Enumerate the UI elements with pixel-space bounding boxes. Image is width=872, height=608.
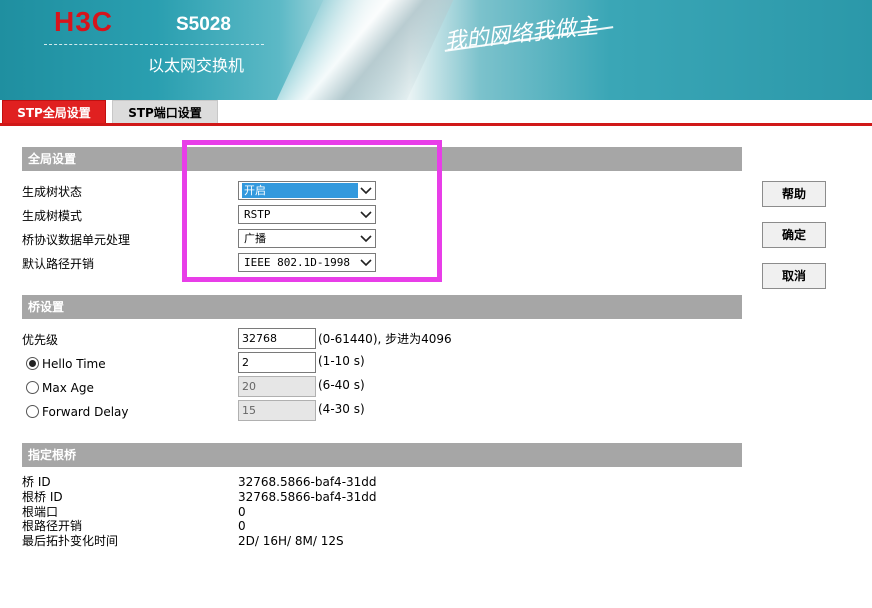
stp-mode-value: RSTP bbox=[244, 208, 271, 221]
default-path-cost-label: 默认路径开销 bbox=[22, 257, 95, 271]
hello-time-input[interactable]: 2 bbox=[238, 352, 316, 373]
max-age-input: 20 bbox=[238, 376, 316, 397]
root-path-cost-label: 根路径开销 bbox=[22, 519, 83, 533]
forward-delay-radio[interactable] bbox=[26, 405, 39, 418]
forward-delay-label: Forward Delay bbox=[42, 405, 129, 419]
device-type: 以太网交换机 bbox=[148, 56, 245, 75]
hello-time-radio[interactable] bbox=[26, 357, 39, 370]
bridge-id-label: 桥 ID bbox=[22, 475, 51, 489]
banner-decoration bbox=[267, 0, 463, 100]
last-topology-change-label: 最后拓扑变化时间 bbox=[22, 534, 119, 548]
bpdu-handling-label: 桥协议数据单元处理 bbox=[22, 233, 131, 247]
chevron-down-icon bbox=[357, 230, 375, 247]
section-global-settings: 全局设置 bbox=[22, 147, 742, 171]
root-path-cost-value: 0 bbox=[238, 519, 246, 533]
section-root-bridge: 指定根桥 bbox=[22, 443, 742, 467]
chevron-down-icon bbox=[357, 254, 375, 271]
tab-stp-global[interactable]: STP全局设置 bbox=[2, 100, 106, 124]
priority-input[interactable]: 32768 bbox=[238, 328, 316, 349]
max-age-label: Max Age bbox=[42, 381, 94, 395]
bpdu-handling-select[interactable]: 广播 bbox=[238, 229, 376, 248]
device-model: S5028 bbox=[176, 14, 231, 35]
forward-delay-input: 15 bbox=[238, 400, 316, 421]
hello-time-hint: (1-10 s) bbox=[318, 354, 365, 368]
bpdu-handling-value: 广播 bbox=[244, 232, 266, 245]
priority-hint: (0-61440), 步进为4096 bbox=[318, 332, 452, 346]
confirm-button[interactable]: 确定 bbox=[762, 222, 826, 248]
max-age-hint: (6-40 s) bbox=[318, 378, 365, 392]
chevron-down-icon bbox=[357, 182, 375, 199]
brand-logo: H3C bbox=[54, 6, 114, 37]
cancel-button[interactable]: 取消 bbox=[762, 263, 826, 289]
chevron-down-icon bbox=[357, 206, 375, 223]
logo-divider bbox=[44, 44, 264, 45]
priority-label: 优先级 bbox=[22, 333, 59, 347]
bridge-id-value: 32768.5866-baf4-31dd bbox=[238, 475, 377, 489]
header-banner: H3C S5028 以太网交换机 我的网络我做主 bbox=[0, 0, 872, 100]
stp-mode-select[interactable]: RSTP bbox=[238, 205, 376, 224]
last-topology-change-value: 2D/ 16H/ 8M/ 12S bbox=[238, 534, 344, 548]
forward-delay-hint: (4-30 s) bbox=[318, 402, 365, 416]
max-age-radio[interactable] bbox=[26, 381, 39, 394]
hello-time-label: Hello Time bbox=[42, 357, 106, 371]
section-bridge-settings: 桥设置 bbox=[22, 295, 742, 319]
root-bridge-id-value: 32768.5866-baf4-31dd bbox=[238, 490, 377, 504]
root-port-value: 0 bbox=[238, 505, 246, 519]
stp-mode-label: 生成树模式 bbox=[22, 209, 83, 223]
stp-status-label: 生成树状态 bbox=[22, 185, 83, 199]
tab-stp-port[interactable]: STP端口设置 bbox=[112, 100, 218, 124]
tab-bar: STP全局设置 STP端口设置 bbox=[0, 100, 872, 126]
help-button[interactable]: 帮助 bbox=[762, 181, 826, 207]
default-path-cost-value: IEEE 802.1D-1998 bbox=[244, 256, 350, 269]
stp-status-value: 开启 bbox=[242, 183, 358, 198]
stp-status-select[interactable]: 开启 bbox=[238, 181, 376, 200]
default-path-cost-select[interactable]: IEEE 802.1D-1998 bbox=[238, 253, 376, 272]
root-port-label: 根端口 bbox=[22, 505, 59, 519]
root-bridge-id-label: 根桥 ID bbox=[22, 490, 63, 504]
tab-underline bbox=[0, 123, 872, 126]
